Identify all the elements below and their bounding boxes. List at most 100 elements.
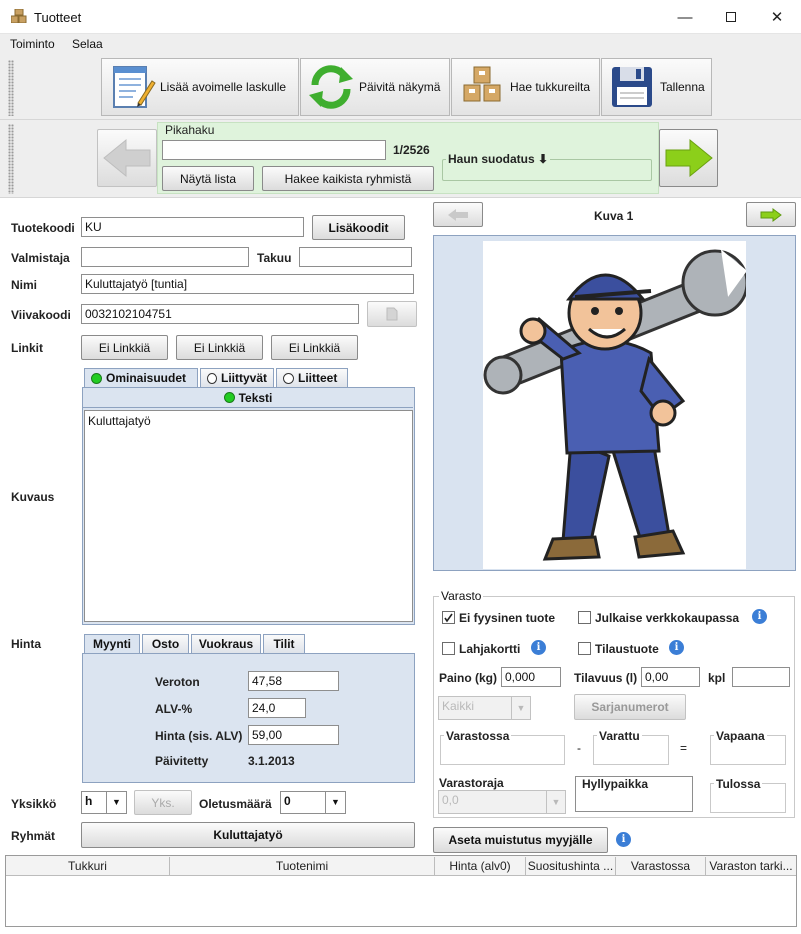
link-button-1[interactable]: Ei Linkkiä	[81, 335, 168, 360]
description-label: Kuvaus	[11, 490, 55, 504]
barcode-field[interactable]: 0032102104751	[81, 304, 359, 324]
default-qty-select[interactable]: 0 ▼	[280, 791, 346, 814]
groups-button[interactable]: Kuluttajatyö	[81, 822, 415, 848]
weight-field[interactable]: 0,000	[501, 667, 561, 687]
barcode-button[interactable]	[367, 301, 417, 327]
next-image-button[interactable]	[746, 202, 796, 227]
gift-card-checkbox[interactable]	[442, 642, 455, 658]
gift-card-label: Lahjakortti	[459, 642, 521, 656]
next-product-button[interactable]	[659, 129, 718, 187]
warranty-field[interactable]	[299, 247, 412, 267]
refresh-button[interactable]: Päivitä näkymä	[300, 58, 450, 116]
unit-select[interactable]: h ▼	[81, 791, 127, 814]
arrow-right-icon	[665, 138, 713, 178]
net-price-field[interactable]: 47,58	[248, 671, 339, 691]
warehouse-select[interactable]: Kaikki ▼	[438, 696, 531, 720]
add-to-invoice-button[interactable]: Lisää avoimelle laskulle	[101, 58, 299, 116]
quicksearch-panel: Pikahaku 1/2526 Näytä lista Hakee kaikis…	[157, 122, 659, 194]
menu-selaa[interactable]: Selaa	[72, 37, 103, 51]
minus-sign: -	[577, 741, 581, 755]
free-label: Vapaana	[714, 729, 767, 743]
non-physical-checkbox[interactable]	[442, 611, 455, 627]
tab-accounts[interactable]: Tilit	[263, 634, 305, 653]
link-button-2[interactable]: Ei Linkkiä	[176, 335, 263, 360]
chevron-down-icon: ▼	[546, 791, 565, 813]
chevron-down-icon: ▼	[511, 697, 530, 719]
tab-properties[interactable]: Ominaisuudet	[84, 368, 198, 387]
status-dot-icon	[91, 372, 102, 384]
checkbox-icon	[578, 642, 591, 655]
radio-icon	[207, 372, 217, 384]
units-button[interactable]: Yks.	[134, 790, 192, 815]
fetch-wholesalers-button[interactable]: Hae tukkureilta	[451, 58, 600, 116]
floppy-disk-icon	[608, 63, 656, 111]
tab-purchase[interactable]: Osto	[142, 634, 189, 653]
info-icon[interactable]: i	[531, 640, 546, 655]
link-button-3[interactable]: Ei Linkkiä	[271, 335, 358, 360]
quicksearch-title: Pikahaku	[165, 123, 215, 137]
name-field[interactable]: Kuluttajatyö [tuntia]	[81, 274, 414, 294]
navbar-grip[interactable]	[8, 124, 14, 194]
stock-limit-select[interactable]: 0,0 ▼	[438, 790, 566, 814]
order-item-checkbox[interactable]	[578, 642, 591, 658]
description-textarea[interactable]: Kuluttajatyö	[84, 410, 413, 622]
price-label: Hinta	[11, 637, 41, 651]
volume-label: Tilavuus (l)	[574, 671, 638, 685]
stock-limit-value: 0,0	[442, 793, 459, 807]
more-codes-button[interactable]: Lisäkoodit	[312, 215, 405, 240]
set-reminder-button[interactable]: Aseta muistutus myyjälle	[433, 827, 608, 853]
stock-limit-label: Varastoraja	[439, 776, 504, 790]
boxes-icon	[10, 8, 27, 24]
tab-sales[interactable]: Myynti	[84, 634, 140, 653]
checkbox-icon	[442, 642, 455, 655]
product-image[interactable]	[483, 241, 749, 569]
column-header[interactable]: Varaston tarki...	[706, 857, 796, 875]
product-code-field[interactable]: KU	[81, 217, 304, 237]
tab-related[interactable]: Liittyvät	[200, 368, 274, 387]
pcs-field[interactable]	[732, 667, 790, 687]
manufacturer-field[interactable]	[81, 247, 249, 267]
updated-value: 3.1.2013	[248, 754, 295, 768]
publish-web-checkbox[interactable]	[578, 611, 591, 627]
column-header[interactable]: Suositushinta ...	[526, 857, 616, 875]
maximize-icon[interactable]	[708, 0, 754, 34]
toolbar-grip[interactable]	[8, 60, 14, 116]
name-label: Nimi	[11, 278, 38, 292]
tab-rental[interactable]: Vuokraus	[191, 634, 261, 653]
vat-field[interactable]: 24,0	[248, 698, 306, 718]
quicksearch-input[interactable]	[162, 140, 386, 160]
close-icon[interactable]: ✕	[754, 0, 800, 34]
volume-field[interactable]: 0,00	[641, 667, 700, 687]
save-button[interactable]: Tallenna	[601, 58, 712, 116]
incoming-label: Tulossa	[714, 777, 763, 791]
equals-sign: =	[680, 741, 688, 755]
tab-attachments-label: Liitteet	[298, 371, 338, 385]
tab-text[interactable]: Teksti	[83, 388, 413, 408]
arrow-right-icon	[760, 207, 782, 222]
search-all-groups-button[interactable]: Hakee kaikista ryhmistä	[262, 166, 434, 191]
info-icon[interactable]: i	[669, 640, 684, 655]
reserved-label: Varattu	[597, 729, 642, 743]
column-header[interactable]: Tuotenimi	[170, 857, 435, 875]
unit-label: Yksikkö	[11, 797, 57, 811]
updated-label: Päivitetty	[155, 754, 209, 768]
serial-numbers-button[interactable]: Sarjanumerot	[574, 694, 686, 720]
tab-related-label: Liittyvät	[220, 371, 267, 385]
info-icon[interactable]: i	[752, 609, 767, 624]
minimize-icon[interactable]: —	[662, 0, 708, 34]
tab-attachments[interactable]: Liitteet	[276, 368, 348, 387]
add-to-invoice-label: Lisää avoimelle laskulle	[160, 80, 287, 94]
previous-product-button[interactable]	[97, 129, 157, 187]
menu-toiminto[interactable]: Toiminto	[10, 37, 55, 51]
arrow-left-icon	[448, 208, 468, 221]
previous-image-button[interactable]	[433, 202, 483, 227]
menu-bar: Toiminto Selaa	[0, 34, 801, 56]
info-icon[interactable]: i	[616, 832, 631, 847]
default-qty-value: 0	[284, 794, 291, 808]
gross-price-field[interactable]: 59,00	[248, 725, 339, 745]
arrow-left-icon	[103, 138, 151, 178]
column-header[interactable]: Varastossa	[616, 857, 706, 875]
show-list-button[interactable]: Näytä lista	[162, 166, 254, 191]
column-header[interactable]: Tukkuri	[6, 857, 170, 875]
column-header[interactable]: Hinta (alv0)	[435, 857, 526, 875]
